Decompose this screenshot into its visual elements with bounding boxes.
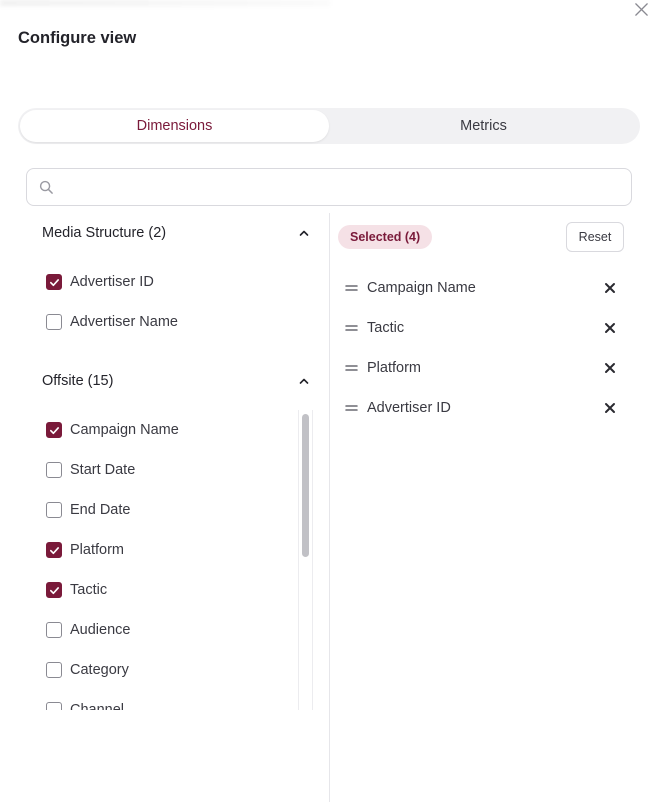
checkbox[interactable] <box>46 274 62 290</box>
checkbox-label: End Date <box>70 502 131 518</box>
reset-button[interactable]: Reset <box>566 222 624 252</box>
drag-handle-icon[interactable] <box>345 323 358 333</box>
checkbox-label: Category <box>70 662 129 678</box>
checkbox-item-advertiser-name[interactable]: Advertiser Name <box>46 312 178 332</box>
selected-item-tactic[interactable]: Tactic <box>345 317 621 339</box>
selected-item-platform[interactable]: Platform <box>345 357 621 379</box>
checkbox-item-end-date[interactable]: End Date <box>46 500 130 520</box>
checkbox-item-platform[interactable]: Platform <box>46 540 124 560</box>
remove-icon[interactable] <box>604 362 616 374</box>
dialog-title: Configure view <box>18 29 137 47</box>
drag-handle-icon[interactable] <box>345 283 358 293</box>
selected-count-badge: Selected (4) <box>338 225 433 249</box>
checkbox[interactable] <box>46 622 62 638</box>
checkbox-label: Advertiser ID <box>70 274 154 290</box>
checkbox-label: Advertiser Name <box>70 314 178 330</box>
checkbox-item-advertiser-id[interactable]: Advertiser ID <box>46 272 154 292</box>
group-label: Media Structure (2) <box>42 225 167 241</box>
panel-divider <box>329 213 330 802</box>
search-input[interactable] <box>60 169 631 205</box>
top-shadow <box>0 0 330 6</box>
checkbox[interactable] <box>46 542 62 558</box>
checkbox[interactable] <box>46 662 62 678</box>
tab-dimensions[interactable]: Dimensions <box>20 110 329 142</box>
checkbox-label: Channel <box>70 702 125 710</box>
drag-handle-icon[interactable] <box>345 403 358 413</box>
checkbox-item-tactic[interactable]: Tactic <box>46 580 107 600</box>
checkbox-item-start-date[interactable]: Start Date <box>46 460 135 480</box>
selected-item-label: Platform <box>367 360 421 376</box>
checkbox-label: Platform <box>70 542 124 558</box>
selected-item-campaign-name[interactable]: Campaign Name <box>345 277 621 299</box>
chevron-up-icon <box>299 230 309 236</box>
selected-item-label: Advertiser ID <box>367 400 451 416</box>
checkbox[interactable] <box>46 314 62 330</box>
checkbox-label: Tactic <box>70 582 108 598</box>
checkbox-item-category[interactable]: Category <box>46 660 129 680</box>
checkmark-icon <box>49 426 59 434</box>
close-button[interactable] <box>630 0 652 18</box>
checkmark-icon <box>49 278 59 286</box>
checkbox[interactable] <box>46 422 62 438</box>
offsite-list[interactable]: Campaign Name Start Date End Date Platfo… <box>30 410 313 710</box>
checkbox[interactable] <box>46 702 62 710</box>
selected-item-advertiser-id[interactable]: Advertiser ID <box>345 397 621 419</box>
tab-metrics[interactable]: Metrics <box>329 110 638 142</box>
remove-icon[interactable] <box>604 322 616 334</box>
drag-handle-icon[interactable] <box>345 363 358 373</box>
scrollbar-thumb[interactable] <box>302 414 309 557</box>
close-icon <box>634 2 648 16</box>
group-header-offsite[interactable]: Offsite (15) <box>42 373 312 389</box>
checkbox-label: Start Date <box>70 462 136 478</box>
group-header-media-structure[interactable]: Media Structure (2) <box>42 225 312 241</box>
search-box <box>26 168 632 206</box>
remove-icon[interactable] <box>604 402 616 414</box>
remove-icon[interactable] <box>604 282 616 294</box>
tab-bar: Dimensions Metrics <box>18 108 640 144</box>
checkbox-item-campaign-name[interactable]: Campaign Name <box>46 420 179 440</box>
search-icon <box>39 180 53 194</box>
checkmark-icon <box>49 586 59 594</box>
checkbox[interactable] <box>46 502 62 518</box>
checkmark-icon <box>49 546 59 554</box>
checkbox[interactable] <box>46 582 62 598</box>
checkbox-label: Audience <box>70 622 131 638</box>
selected-item-label: Tactic <box>367 320 405 336</box>
checkbox-label: Campaign Name <box>70 422 179 438</box>
checkbox-item-channel[interactable]: Channel <box>46 700 124 710</box>
chevron-up-icon <box>299 378 309 384</box>
checkbox[interactable] <box>46 462 62 478</box>
group-label: Offsite (15) <box>42 373 114 389</box>
checkbox-item-audience[interactable]: Audience <box>46 620 130 640</box>
selected-item-label: Campaign Name <box>367 280 476 296</box>
